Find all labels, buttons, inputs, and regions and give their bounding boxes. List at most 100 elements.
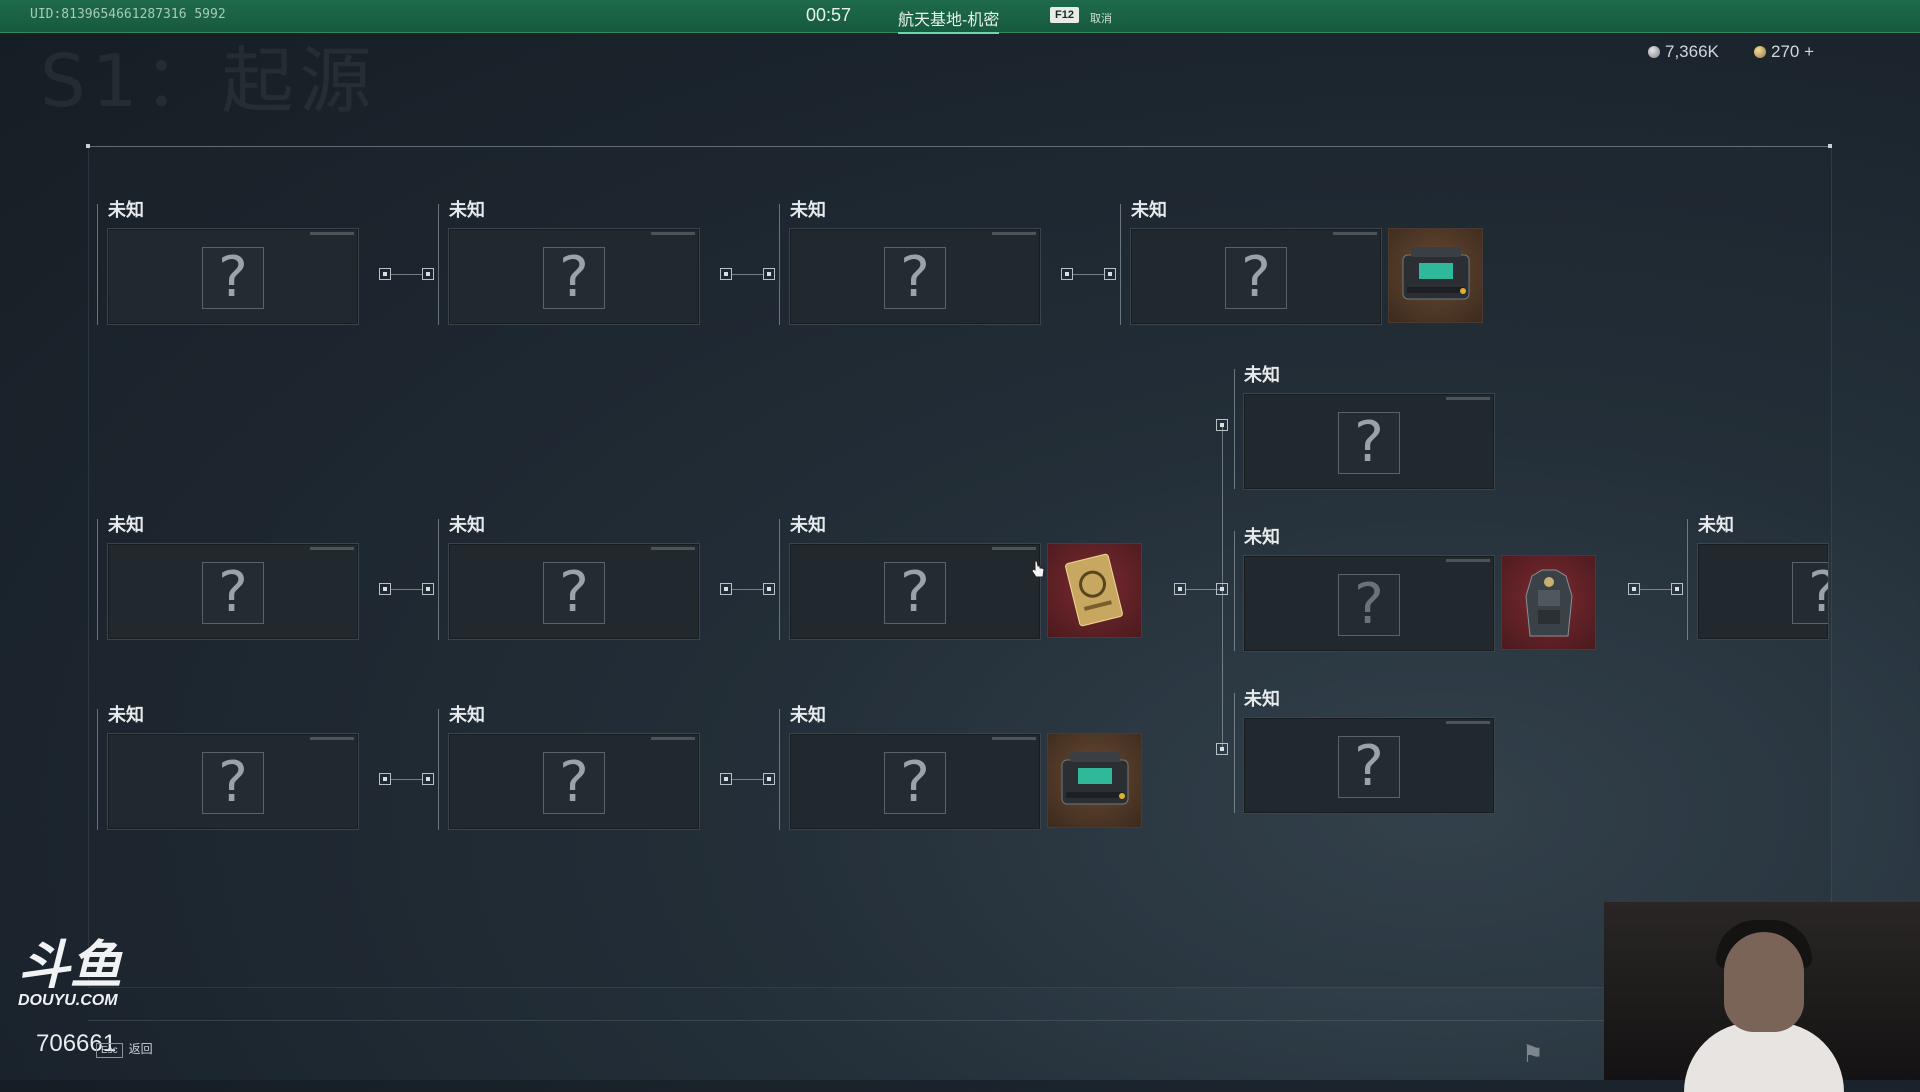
node-label: 未知	[790, 515, 826, 535]
node-rail	[779, 204, 780, 325]
connector-line	[391, 274, 423, 275]
node-label: 未知	[1698, 515, 1734, 535]
silver-coin-icon	[1648, 46, 1660, 58]
unknown-node-card[interactable]: ?	[789, 228, 1041, 325]
question-mark-icon: ?	[1792, 562, 1828, 624]
connector-icon	[720, 583, 732, 595]
node-rail	[1687, 519, 1688, 640]
unknown-node-card[interactable]: ?	[448, 228, 700, 325]
connector-line	[732, 274, 764, 275]
node-label: 未知	[108, 200, 144, 220]
node-label: 未知	[1131, 200, 1167, 220]
connector-icon	[379, 268, 391, 280]
node-rail	[438, 204, 439, 325]
tech-case-reward[interactable]	[1388, 228, 1483, 323]
question-mark-icon: ?	[202, 562, 264, 624]
season-title-watermark: S1：起源	[40, 39, 378, 123]
gold-amount: 270 +	[1771, 42, 1815, 61]
unknown-node-card[interactable]: ?	[1130, 228, 1382, 325]
node-label: 未知	[449, 705, 485, 725]
gold-currency[interactable]: 270 +	[1754, 42, 1814, 62]
node-label: 未知	[108, 515, 144, 535]
question-mark-icon: ?	[884, 752, 946, 814]
connector-icon	[422, 268, 434, 280]
connector-icon	[1104, 268, 1116, 280]
question-mark-icon: ?	[1338, 574, 1400, 636]
node-label: 未知	[790, 705, 826, 725]
question-mark-icon: ?	[202, 247, 264, 309]
connector-icon	[1174, 583, 1186, 595]
map-name: 航天基地-机密	[898, 6, 1000, 34]
connector-icon	[379, 583, 391, 595]
node-rail	[438, 709, 439, 830]
silver-currency: 7,366K	[1648, 42, 1719, 62]
node-rail	[438, 519, 439, 640]
question-mark-icon: ?	[543, 562, 605, 624]
node-rail	[779, 709, 780, 830]
node-rail	[1120, 204, 1121, 325]
corner-dot	[86, 144, 90, 148]
unknown-node-card[interactable]: ?	[1697, 543, 1829, 640]
back-button[interactable]: Esc 返回	[96, 1040, 153, 1058]
armor-vest-reward[interactable]	[1501, 555, 1596, 650]
node-label: 未知	[790, 200, 826, 220]
unknown-node-card[interactable]: ?	[107, 228, 359, 325]
connector-icon	[1628, 583, 1640, 595]
question-mark-icon: ?	[543, 752, 605, 814]
unknown-node-card[interactable]: ?	[1243, 717, 1495, 814]
cancel-button[interactable]: 取消	[1090, 10, 1112, 26]
node-label: 未知	[108, 705, 144, 725]
unknown-node-card[interactable]: ?	[107, 733, 359, 830]
connector-icon	[1216, 743, 1228, 755]
tech-case-icon	[1402, 247, 1470, 300]
connector-icon	[763, 583, 775, 595]
connector-icon	[1671, 583, 1683, 595]
node-label: 未知	[449, 200, 485, 220]
connector-icon	[720, 268, 732, 280]
question-mark-icon: ?	[202, 752, 264, 814]
question-mark-icon: ?	[543, 247, 605, 309]
node-label: 未知	[1244, 689, 1280, 709]
question-mark-icon: ?	[884, 562, 946, 624]
unknown-node-card[interactable]: ?	[1243, 555, 1495, 652]
connector-line	[391, 589, 423, 590]
silver-amount: 7,366K	[1665, 42, 1719, 61]
connector-icon	[763, 773, 775, 785]
gold-card-icon	[1065, 553, 1123, 627]
connector-icon	[379, 773, 391, 785]
connector-line	[1640, 589, 1672, 590]
armor-vest-icon	[1525, 569, 1573, 637]
connector-icon	[1061, 268, 1073, 280]
question-mark-icon: ?	[884, 247, 946, 309]
corner-dot	[1828, 144, 1832, 148]
unknown-node-card[interactable]: ?	[1243, 393, 1495, 490]
unknown-node-card[interactable]: ?	[448, 733, 700, 830]
branch-trunk-line	[1222, 425, 1223, 750]
esc-key-hint: Esc	[96, 1043, 123, 1058]
node-label: 未知	[449, 515, 485, 535]
match-timer: 00:57	[806, 5, 852, 25]
back-label: 返回	[128, 1042, 153, 1056]
unknown-node-card[interactable]: ?	[789, 543, 1041, 640]
unknown-node-card[interactable]: ?	[789, 733, 1041, 830]
f12-key-hint[interactable]: F12	[1050, 7, 1079, 23]
unknown-node-card[interactable]: ?	[107, 543, 359, 640]
tech-case-reward[interactable]	[1047, 733, 1142, 828]
gold-card-reward[interactable]	[1047, 543, 1142, 638]
connector-icon	[422, 583, 434, 595]
node-rail	[97, 519, 98, 640]
panel-top-line	[88, 146, 1830, 147]
unknown-node-card[interactable]: ?	[448, 543, 700, 640]
node-rail	[1234, 531, 1235, 651]
gold-coin-icon	[1754, 46, 1766, 58]
node-rail	[1234, 693, 1235, 813]
douyu-logo-mark: 斗鱼	[18, 936, 123, 996]
connector-line	[391, 779, 423, 780]
connector-icon	[422, 773, 434, 785]
node-label: 未知	[1244, 527, 1280, 547]
question-mark-icon: ?	[1225, 247, 1287, 309]
question-mark-icon: ?	[1338, 736, 1400, 798]
streamer-webcam	[1604, 902, 1920, 1092]
flag-icon[interactable]: ⚑	[1522, 1040, 1544, 1069]
douyu-logo-site: DOUYU.COM	[18, 992, 118, 1009]
